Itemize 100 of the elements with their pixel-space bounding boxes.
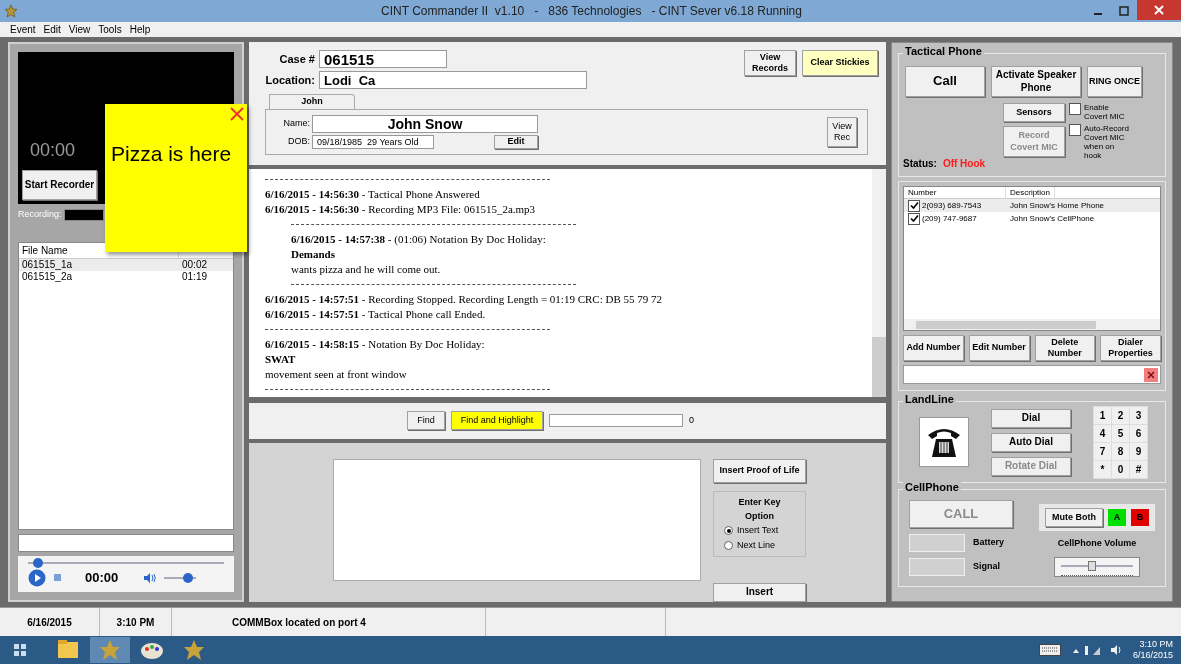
sensors-button[interactable]: Sensors: [1003, 103, 1065, 122]
table-cell-text: 01:19: [181, 271, 209, 283]
speaker-icon[interactable]: [144, 572, 157, 583]
find-button[interactable]: Find: [407, 411, 445, 431]
number-action-button[interactable]: Dialer Properties: [1100, 335, 1161, 361]
location-field[interactable]: Lodi Ca: [319, 71, 587, 89]
column-header: Number: [904, 187, 1006, 198]
close-icon: [1154, 5, 1164, 15]
keypad-key[interactable]: #: [1130, 460, 1147, 478]
dob-field[interactable]: 09/18/1985 29 Years Old: [312, 135, 434, 149]
progress-slider[interactable]: [28, 558, 224, 568]
slider-thumb[interactable]: [32, 558, 43, 568]
clear-button[interactable]: [1144, 367, 1158, 382]
menu-item[interactable]: View: [68, 22, 91, 37]
sticky-text: Pizza is here: [111, 142, 232, 165]
speaker-phone-button[interactable]: Activate Speaker Phone: [991, 66, 1081, 97]
play-icon[interactable]: [28, 568, 46, 587]
line-indicator: A: [1108, 509, 1126, 526]
insert-button[interactable]: Insert: [713, 583, 806, 602]
table-cell-text: 061515_1a: [21, 259, 74, 271]
checkbox[interactable]: [1069, 103, 1081, 115]
log-entry: 6/16/2015 - 14:57:51 - Tactical Phone call Ended.: [265, 306, 487, 322]
checkbox[interactable]: [908, 199, 920, 212]
log-text: wants pizza and he will come out.: [291, 261, 442, 277]
landline-button[interactable]: Auto Dial: [991, 432, 1071, 452]
find-field[interactable]: [549, 414, 683, 428]
close-button[interactable]: [1137, 0, 1181, 20]
text-field[interactable]: [18, 534, 234, 552]
clear-stickies-button[interactable]: Clear Stickies: [802, 50, 878, 76]
number-action-button[interactable]: Edit Number: [968, 335, 1030, 361]
menu-item[interactable]: Event: [10, 22, 36, 37]
keypad-key[interactable]: 7: [1094, 442, 1111, 460]
group-title: Enter Key Option: [737, 496, 782, 523]
keypad-key[interactable]: 8: [1112, 442, 1129, 460]
keypad-key[interactable]: 3: [1130, 406, 1147, 424]
keyboard-icon[interactable]: [1038, 644, 1061, 656]
keypad-key[interactable]: 5: [1112, 424, 1129, 442]
number-row[interactable]: (209) 747-9687 John Snow's CellPhone: [904, 212, 1160, 225]
menu-item[interactable]: Edit: [43, 22, 61, 37]
recording-field: [63, 209, 104, 221]
status-label: Status:: [903, 157, 937, 171]
keypad-key[interactable]: 2: [1112, 406, 1129, 424]
option-checkbox[interactable]: Enable Covert MIC: [1069, 103, 1131, 121]
option-checkbox[interactable]: Auto-Record Covert MIC when on hook: [1069, 124, 1131, 160]
match-count: 0: [689, 414, 694, 428]
keypad-key[interactable]: 9: [1130, 442, 1147, 460]
radio-option[interactable]: Insert Text: [724, 524, 795, 538]
start-icon[interactable]: [14, 644, 26, 656]
edit-button[interactable]: Edit: [494, 135, 538, 149]
dial-field[interactable]: [903, 365, 1161, 384]
keypad-key[interactable]: 4: [1094, 424, 1111, 442]
radio-option[interactable]: Next Line: [724, 538, 795, 552]
battery-label: Battery: [973, 536, 1004, 550]
landline-button[interactable]: Dial: [991, 408, 1071, 428]
keypad-key[interactable]: 0: [1112, 460, 1129, 478]
slider-thumb[interactable]: [1088, 560, 1097, 571]
keypad-key[interactable]: 1: [1094, 406, 1111, 424]
number-action-button[interactable]: Add Number: [903, 335, 964, 361]
location-label: Location:: [264, 72, 315, 88]
log-entry: 6/16/2015 - 14:56:30 - Recording MP3 File: 061515_2a.mp3: [265, 201, 537, 217]
scrollbar[interactable]: [872, 168, 886, 397]
group-title: Tactical Phone: [903, 46, 984, 57]
keypad-key[interactable]: 6: [1130, 424, 1147, 442]
column-header: Description: [1006, 187, 1055, 198]
menu-item[interactable]: Tools: [98, 22, 122, 37]
cell-volume-slider[interactable]: [1061, 560, 1133, 571]
volume-label: CellPhone Volume: [1057, 537, 1137, 550]
speaker-icon[interactable]: [1110, 644, 1123, 656]
mute-both-button[interactable]: Mute Both: [1045, 508, 1103, 527]
file-row[interactable]: 061515_2a 01:19: [19, 271, 233, 283]
name-label: Name:: [282, 117, 310, 131]
checkbox[interactable]: [908, 212, 920, 225]
number-row[interactable]: 2(093) 689-7543 John Snow's Home Phone: [904, 199, 1160, 212]
start-recorder-button[interactable]: Start Recorder: [22, 170, 97, 200]
call-button[interactable]: Call: [905, 66, 985, 97]
battery-field: [909, 534, 965, 552]
find-highlight-button[interactable]: Find and Highlight: [451, 411, 543, 431]
file-row[interactable]: 061515_1a 00:02: [19, 259, 233, 271]
case-field[interactable]: 061515: [319, 50, 447, 68]
view-rec-button[interactable]: View Rec: [827, 117, 857, 147]
menu-item[interactable]: Help: [129, 22, 151, 37]
log-heading: SWAT: [265, 351, 297, 367]
checkbox[interactable]: [1069, 124, 1081, 136]
number-action-button[interactable]: Delete Number: [1034, 335, 1096, 361]
signal-field: [909, 558, 965, 576]
player-time: 00:00: [85, 569, 119, 587]
slider-thumb[interactable]: [183, 572, 194, 583]
recording-label: Recording:: [18, 208, 62, 222]
person-tab[interactable]: John: [269, 94, 355, 109]
volume-slider[interactable]: [164, 572, 197, 583]
log-text: movement seen at front window: [265, 366, 408, 382]
close-icon[interactable]: [230, 107, 244, 121]
name-field[interactable]: John Snow: [312, 115, 538, 133]
ring-once-button[interactable]: RING ONCE: [1087, 66, 1142, 97]
log-entry: 6/16/2015 - 14:58:15 - Notation By Doc Holiday:: [265, 336, 486, 352]
horizontal-scrollbar[interactable]: [904, 319, 1160, 330]
signal-label: Signal: [973, 560, 1000, 574]
view-records-button[interactable]: View Records: [744, 50, 796, 76]
insert-proof-of-life-button[interactable]: Insert Proof of Life: [713, 459, 806, 483]
keypad-key[interactable]: *: [1094, 460, 1111, 478]
